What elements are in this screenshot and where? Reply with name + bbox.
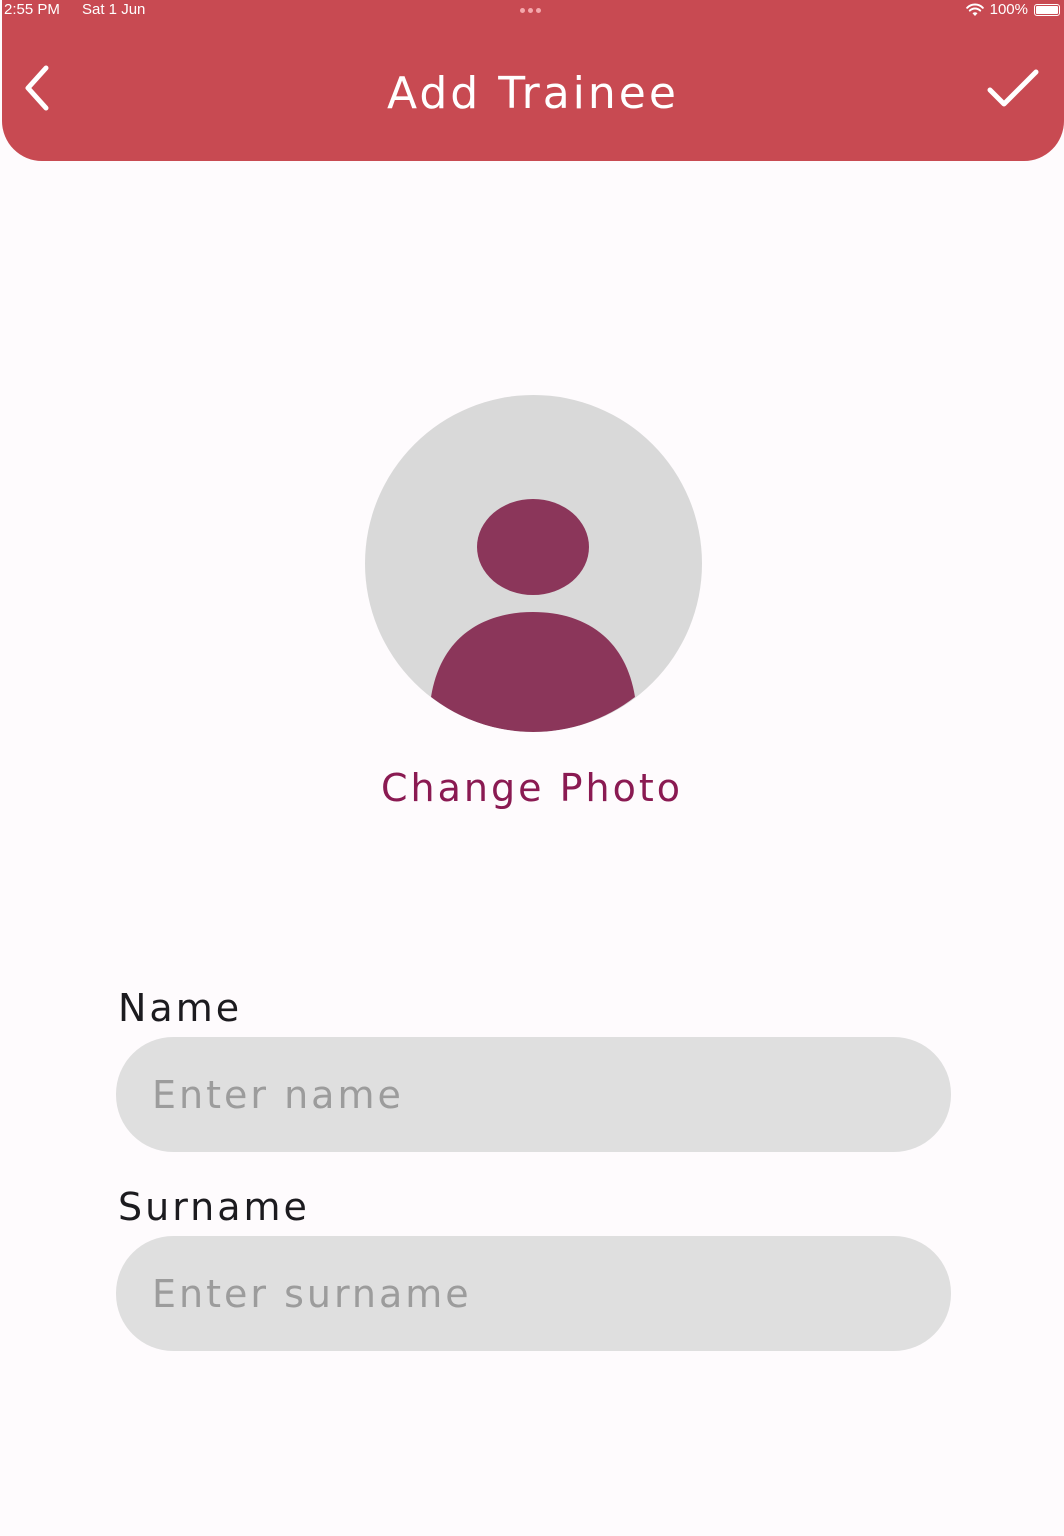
surname-input[interactable] (116, 1236, 951, 1351)
multitasking-dots-icon[interactable] (520, 8, 541, 13)
app-header: 2:55 PM Sat 1 Jun 100% Add Trainee (2, 0, 1064, 161)
status-date: Sat 1 Jun (82, 1, 146, 18)
status-indicators: 100% (965, 1, 1060, 18)
battery-percentage: 100% (989, 1, 1028, 18)
change-photo-button[interactable]: Change Photo (0, 766, 1064, 810)
battery-icon (1034, 3, 1060, 16)
surname-label: Surname (118, 1185, 310, 1229)
status-bar: 2:55 PM Sat 1 Jun 100% (2, 0, 1064, 22)
name-label: Name (118, 986, 243, 1030)
save-button[interactable] (986, 66, 1040, 110)
avatar[interactable] (365, 395, 702, 732)
wifi-icon (965, 3, 984, 16)
person-icon (431, 499, 635, 732)
name-input[interactable] (116, 1037, 951, 1152)
status-time: 2:55 PM (4, 1, 60, 18)
checkmark-icon (987, 69, 1039, 107)
page-title: Add Trainee (387, 68, 679, 119)
